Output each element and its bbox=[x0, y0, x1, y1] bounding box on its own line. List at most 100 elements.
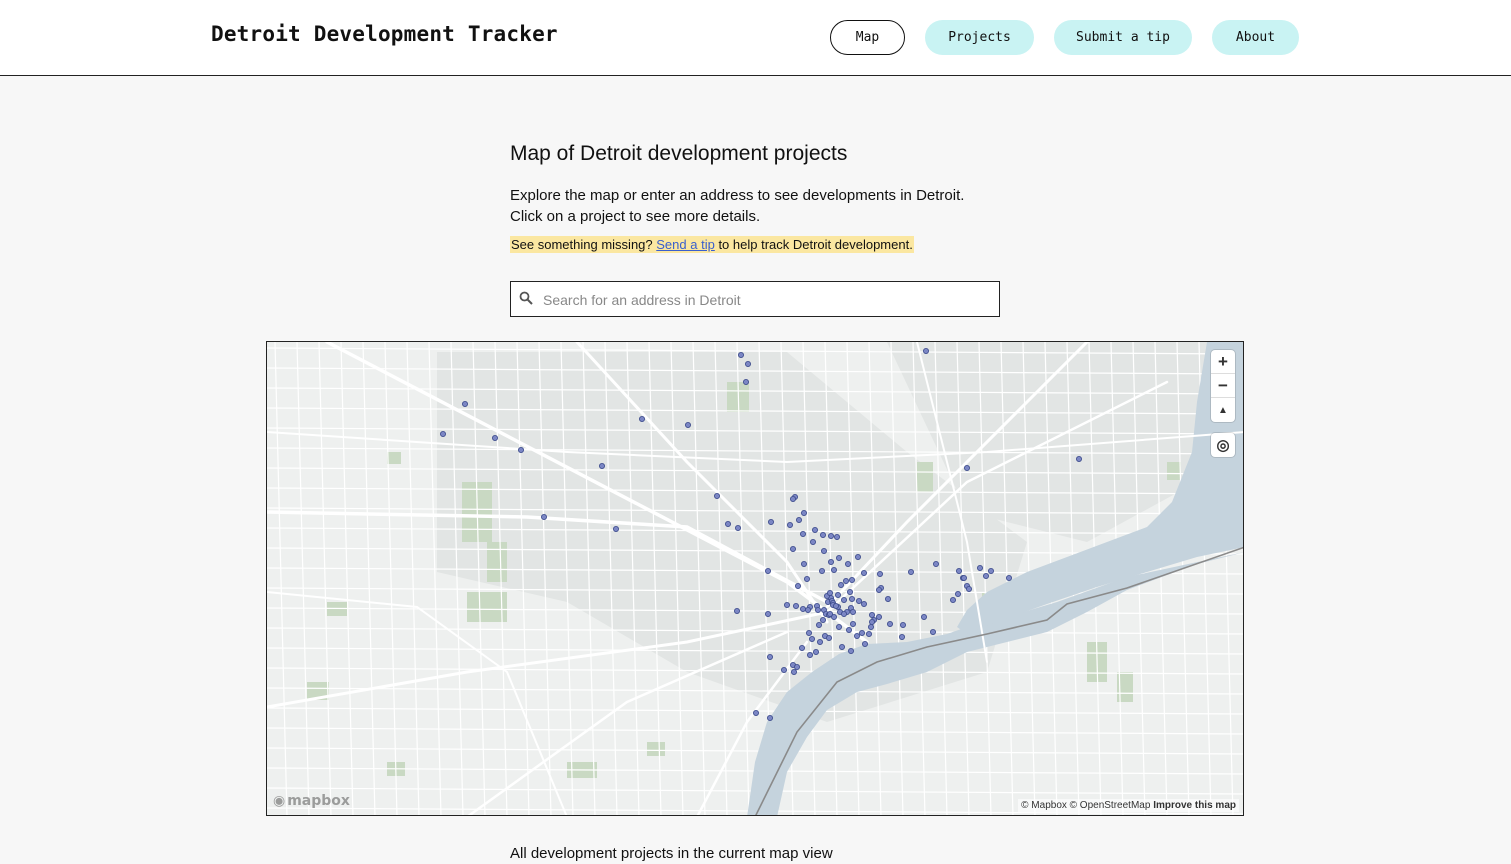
project-marker[interactable] bbox=[1076, 456, 1083, 463]
project-marker[interactable] bbox=[804, 575, 811, 582]
project-marker[interactable] bbox=[752, 709, 759, 716]
nav-submit-tip-button[interactable]: Submit a tip bbox=[1054, 20, 1192, 55]
improve-map-link[interactable]: Improve this map bbox=[1153, 800, 1236, 811]
project-marker[interactable] bbox=[827, 589, 834, 596]
project-marker[interactable] bbox=[816, 621, 823, 628]
send-tip-link[interactable]: Send a tip bbox=[656, 237, 715, 252]
project-marker[interactable] bbox=[855, 553, 862, 560]
project-marker[interactable] bbox=[876, 613, 883, 620]
project-marker[interactable] bbox=[809, 635, 816, 642]
project-marker[interactable] bbox=[805, 606, 812, 613]
project-marker[interactable] bbox=[787, 521, 794, 528]
project-marker[interactable] bbox=[790, 545, 797, 552]
project-marker[interactable] bbox=[868, 623, 875, 630]
project-marker[interactable] bbox=[847, 588, 854, 595]
project-marker[interactable] bbox=[807, 651, 814, 658]
project-marker[interactable] bbox=[843, 577, 850, 584]
map-canvas[interactable] bbox=[267, 342, 1244, 816]
project-marker[interactable] bbox=[933, 560, 940, 567]
project-marker[interactable] bbox=[841, 596, 848, 603]
project-marker[interactable] bbox=[819, 567, 826, 574]
project-marker[interactable] bbox=[866, 630, 873, 637]
project-marker[interactable] bbox=[733, 607, 740, 614]
project-marker[interactable] bbox=[790, 495, 797, 502]
project-marker[interactable] bbox=[966, 585, 973, 592]
project-marker[interactable] bbox=[820, 616, 827, 623]
project-marker[interactable] bbox=[923, 348, 930, 354]
project-marker[interactable] bbox=[854, 632, 861, 639]
nav-projects-button[interactable]: Projects bbox=[925, 20, 1034, 55]
project-marker[interactable] bbox=[801, 509, 808, 516]
project-marker[interactable] bbox=[784, 601, 791, 608]
projects-map[interactable]: + − ▲ ◎ ◉ mapbox © Mapbox © OpenStreetMa… bbox=[266, 341, 1244, 816]
project-marker[interactable] bbox=[684, 422, 691, 429]
project-marker[interactable] bbox=[887, 620, 894, 627]
project-marker[interactable] bbox=[869, 618, 876, 625]
nav-about-button[interactable]: About bbox=[1212, 20, 1299, 55]
project-marker[interactable] bbox=[766, 653, 773, 660]
project-marker[interactable] bbox=[638, 416, 645, 423]
project-marker[interactable] bbox=[828, 532, 835, 539]
project-marker[interactable] bbox=[795, 582, 802, 589]
reset-north-button[interactable]: ▲ bbox=[1211, 398, 1235, 422]
project-marker[interactable] bbox=[491, 435, 498, 442]
project-marker[interactable] bbox=[713, 492, 720, 499]
project-marker[interactable] bbox=[817, 638, 824, 645]
zoom-in-button[interactable]: + bbox=[1211, 350, 1235, 374]
project-marker[interactable] bbox=[742, 379, 749, 386]
project-marker[interactable] bbox=[845, 560, 852, 567]
project-marker[interactable] bbox=[836, 623, 843, 630]
project-marker[interactable] bbox=[839, 643, 846, 650]
address-search-input[interactable] bbox=[541, 282, 985, 317]
site-title[interactable]: Detroit Development Tracker bbox=[211, 22, 558, 46]
project-marker[interactable] bbox=[859, 629, 866, 636]
project-marker[interactable] bbox=[964, 465, 971, 472]
project-marker[interactable] bbox=[821, 547, 828, 554]
project-marker[interactable] bbox=[820, 531, 827, 538]
project-marker[interactable] bbox=[767, 518, 774, 525]
project-marker[interactable] bbox=[850, 620, 857, 627]
project-marker[interactable] bbox=[793, 602, 800, 609]
project-marker[interactable] bbox=[806, 629, 813, 636]
project-marker[interactable] bbox=[849, 595, 856, 602]
project-marker[interactable] bbox=[764, 567, 771, 574]
project-marker[interactable] bbox=[955, 590, 962, 597]
project-marker[interactable] bbox=[834, 533, 841, 540]
project-marker[interactable] bbox=[921, 613, 928, 620]
attribution-text[interactable]: © Mapbox © OpenStreetMap bbox=[1021, 800, 1150, 811]
project-marker[interactable] bbox=[930, 628, 937, 635]
project-marker[interactable] bbox=[826, 634, 833, 641]
project-marker[interactable] bbox=[835, 591, 842, 598]
geolocate-button[interactable]: ◎ bbox=[1211, 433, 1235, 457]
project-marker[interactable] bbox=[831, 566, 838, 573]
zoom-out-button[interactable]: − bbox=[1211, 374, 1235, 398]
project-marker[interactable] bbox=[801, 560, 808, 567]
project-marker[interactable] bbox=[838, 581, 845, 588]
project-marker[interactable] bbox=[836, 554, 843, 561]
project-marker[interactable] bbox=[983, 572, 990, 579]
project-marker[interactable] bbox=[796, 516, 803, 523]
project-marker[interactable] bbox=[737, 351, 744, 358]
project-marker[interactable] bbox=[1006, 574, 1013, 581]
project-marker[interactable] bbox=[885, 595, 892, 602]
project-marker[interactable] bbox=[794, 663, 801, 670]
project-marker[interactable] bbox=[876, 586, 883, 593]
project-marker[interactable] bbox=[848, 647, 855, 654]
project-marker[interactable] bbox=[961, 574, 968, 581]
project-marker[interactable] bbox=[849, 576, 856, 583]
project-marker[interactable] bbox=[956, 567, 963, 574]
project-marker[interactable] bbox=[850, 608, 857, 615]
project-marker[interactable] bbox=[828, 558, 835, 565]
project-marker[interactable] bbox=[861, 569, 868, 576]
project-marker[interactable] bbox=[846, 626, 853, 633]
project-marker[interactable] bbox=[439, 431, 446, 438]
project-marker[interactable] bbox=[877, 570, 884, 577]
nav-map-button[interactable]: Map bbox=[830, 20, 905, 55]
project-marker[interactable] bbox=[815, 606, 822, 613]
project-marker[interactable] bbox=[861, 600, 868, 607]
mapbox-logo[interactable]: ◉ mapbox bbox=[273, 793, 350, 809]
project-marker[interactable] bbox=[950, 596, 957, 603]
project-marker[interactable] bbox=[744, 360, 751, 367]
project-marker[interactable] bbox=[908, 568, 915, 575]
project-marker[interactable] bbox=[862, 640, 869, 647]
